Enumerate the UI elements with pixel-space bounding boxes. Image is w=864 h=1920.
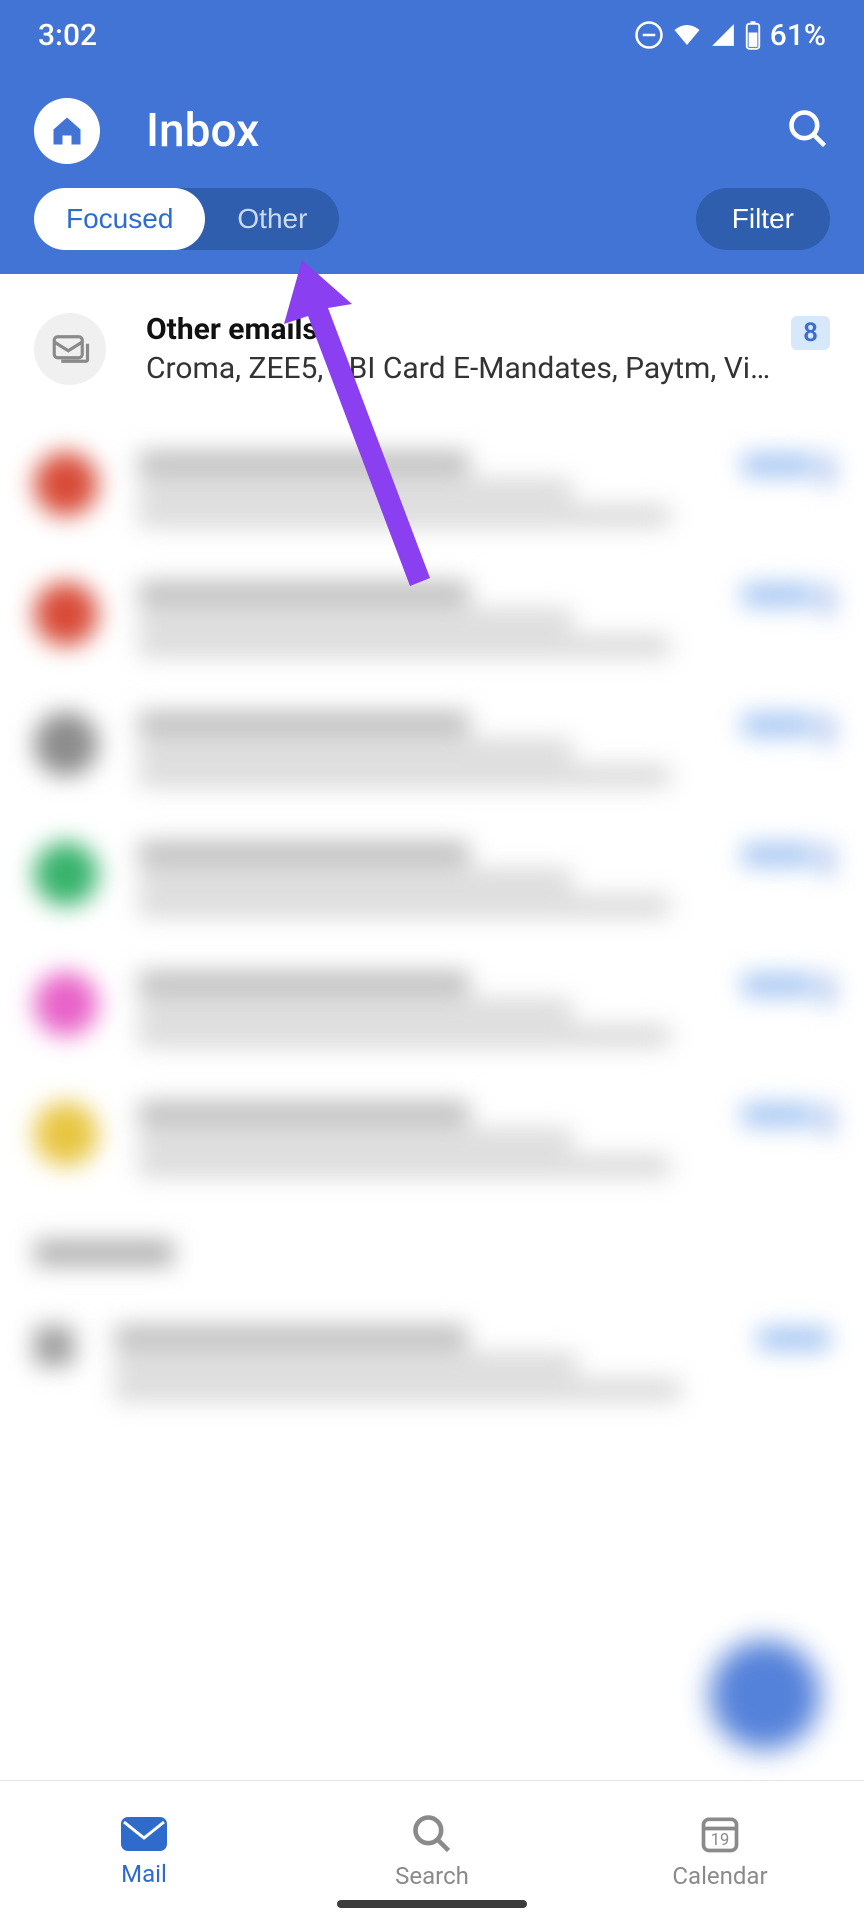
app-bar: Inbox [0,70,864,188]
wifi-icon [672,20,702,50]
mail-row[interactable] [34,424,830,554]
nav-calendar[interactable]: 19 Calendar [576,1781,864,1920]
other-emails-title: Other emails [146,312,779,347]
mail-list [0,408,864,1204]
filter-button[interactable]: Filter [696,188,830,250]
mail-row[interactable] [34,1298,830,1428]
battery-percent: 61% [770,18,826,53]
mail-list-2 [0,1282,864,1428]
bottom-nav: Mail Search 19 Calendar [0,1780,864,1920]
mail-content: Other emails Croma, ZEE5, SBI Card E-Man… [0,274,864,1428]
status-time: 3:02 [38,18,97,53]
mail-row[interactable] [34,684,830,814]
mail-row[interactable] [34,554,830,684]
home-button[interactable] [34,98,100,164]
mail-row[interactable] [34,944,830,1074]
nav-search-label: Search [395,1862,469,1890]
focused-other-toggle: Focused Other [34,188,339,250]
other-emails-avatar [34,313,106,385]
status-icons: 61% [634,18,826,53]
status-bar: 3:02 61% [0,0,864,70]
other-emails-text: Other emails Croma, ZEE5, SBI Card E-Man… [146,312,779,386]
mail-row[interactable] [34,814,830,944]
envelope-stack-icon [49,328,91,370]
mail-row[interactable] [34,1074,830,1204]
compose-fab[interactable] [710,1640,820,1750]
home-icon [49,113,85,149]
tab-other[interactable]: Other [205,188,339,250]
tab-focused[interactable]: Focused [34,188,205,250]
nav-calendar-label: Calendar [672,1862,767,1890]
section-label [0,1204,864,1282]
nav-mail-label: Mail [121,1860,167,1888]
other-emails-count: 8 [791,316,830,350]
nav-mail[interactable]: Mail [0,1781,288,1920]
calendar-icon: 19 [698,1812,742,1856]
mail-icon [120,1814,168,1854]
page-title: Inbox [146,104,786,158]
search-icon [410,1812,454,1856]
home-indicator[interactable] [337,1900,527,1908]
inbox-tabs: Focused Other Filter [0,188,864,274]
dnd-icon [634,20,664,50]
svg-text:19: 19 [711,1831,730,1850]
other-emails-preview: Croma, ZEE5, SBI Card E-Mandates, Paytm,… [146,351,779,386]
search-icon [786,107,830,151]
search-button[interactable] [786,107,830,155]
other-emails-row[interactable]: Other emails Croma, ZEE5, SBI Card E-Man… [0,274,864,408]
signal-icon [710,22,736,48]
battery-icon [744,20,762,50]
